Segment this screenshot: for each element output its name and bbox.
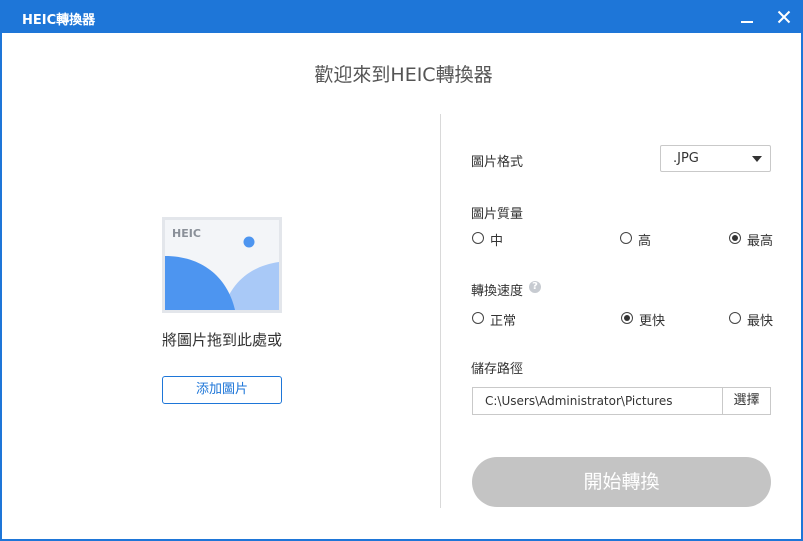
save-path-label: 儲存路徑 <box>471 362 524 377</box>
panel-divider <box>440 114 441 508</box>
heic-image-placeholder[interactable]: HEIC <box>162 217 282 313</box>
quality-option-label: 高 <box>638 234 652 249</box>
title-bar[interactable]: HEIC轉換器 <box>2 0 803 33</box>
quality-label: 圖片質量 <box>471 207 524 222</box>
start-convert-button[interactable]: 開始轉換 <box>472 457 771 507</box>
browse-button[interactable]: 選擇 <box>722 387 771 415</box>
minimize-button[interactable] <box>734 4 760 30</box>
minimize-icon <box>741 21 753 23</box>
app-window: HEIC轉換器 歡迎來到HEIC轉換器 HEIC 將圖片拖到此處或 添加圖片 圖… <box>0 0 803 541</box>
add-images-button[interactable]: 添加圖片 <box>162 376 282 404</box>
radio-selected-icon <box>729 232 741 244</box>
close-icon <box>777 10 791 24</box>
speed-option-label: 正常 <box>490 314 517 329</box>
heic-badge-text: HEIC <box>172 227 201 240</box>
radio-icon <box>729 312 741 324</box>
save-path-field[interactable]: C:\Users\Administrator\Pictures <box>472 387 723 415</box>
heic-image-icon: HEIC <box>165 220 279 310</box>
window-title: HEIC轉換器 <box>22 13 96 28</box>
quality-option-label: 最高 <box>747 234 774 249</box>
quality-option-label: 中 <box>490 234 504 249</box>
speed-option-label: 最快 <box>747 314 774 329</box>
radio-icon <box>472 312 484 324</box>
radio-icon <box>620 232 632 244</box>
close-button[interactable] <box>771 4 797 30</box>
caret-down-icon <box>752 156 762 162</box>
speed-option-label: 更快 <box>639 314 666 329</box>
radio-icon <box>472 232 484 244</box>
format-select[interactable]: .JPG <box>660 145 771 172</box>
speed-label: 轉換速度 <box>471 284 524 299</box>
format-label: 圖片格式 <box>471 155 524 170</box>
page-heading: 歡迎來到HEIC轉換器 <box>314 64 493 86</box>
radio-selected-icon <box>621 312 633 324</box>
help-icon[interactable]: ? <box>529 281 541 293</box>
format-value: .JPG <box>673 151 699 166</box>
drop-instruction: 將圖片拖到此處或 <box>161 331 282 349</box>
